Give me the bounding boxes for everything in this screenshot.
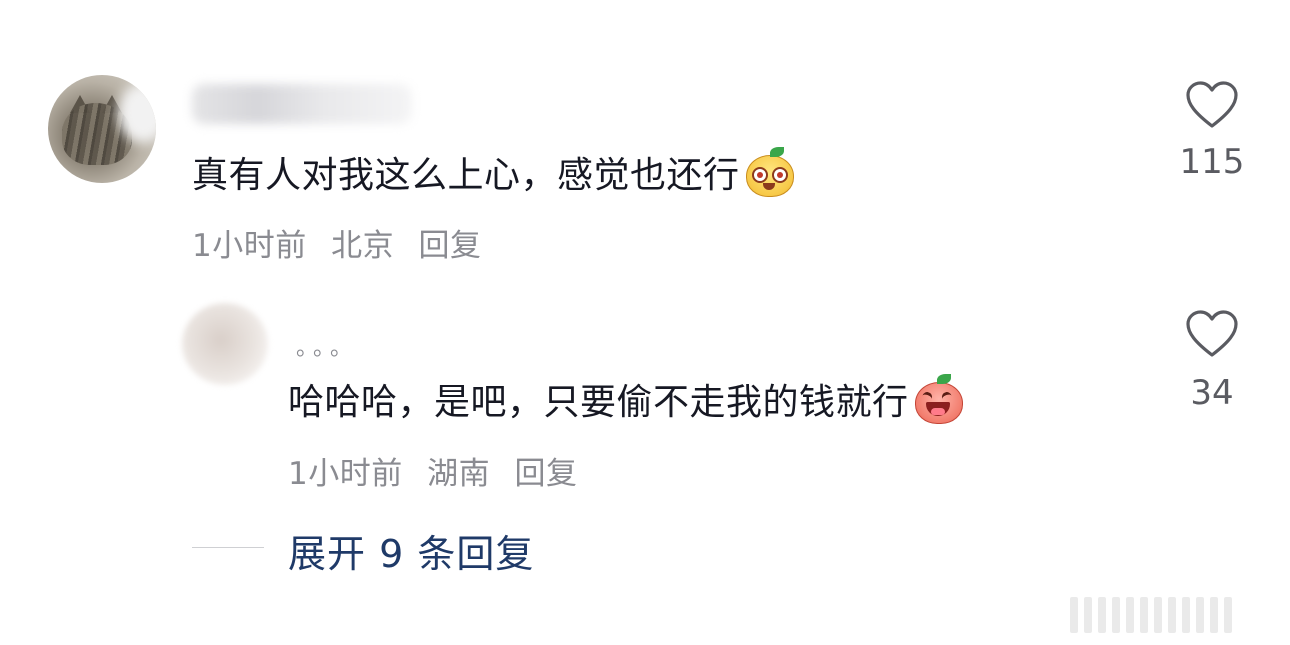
reply-avatar[interactable] (182, 303, 268, 385)
comment-time: 1小时前 (192, 228, 307, 264)
reply-like[interactable]: 34 (1162, 309, 1262, 413)
commenter-avatar[interactable] (48, 75, 156, 183)
laughing-face-emoji-icon (913, 374, 963, 424)
comment-text: 真有人对我这么上心，感觉也还行 (192, 155, 740, 196)
reply-time: 1小时前 (288, 456, 403, 492)
comment-body: 真有人对我这么上心，感觉也还行 (192, 146, 794, 198)
heart-icon[interactable] (1185, 309, 1239, 359)
expand-divider (192, 547, 264, 548)
watermark (1070, 597, 1280, 633)
expand-replies-link[interactable]: 展开 9 条回复 (288, 523, 534, 578)
reply-meta: 1小时前 湖南 回复 (288, 448, 591, 493)
reply-reply-button[interactable]: 回复 (514, 456, 577, 492)
comment-like-count: 115 (1179, 142, 1245, 182)
reply-like-count: 34 (1190, 373, 1234, 413)
yellow-face-emoji-icon (744, 147, 794, 197)
comment-like[interactable]: 115 (1162, 80, 1262, 182)
reply-text: 哈哈哈，是吧，只要偷不走我的钱就行 (288, 382, 909, 423)
comment-location: 北京 (331, 228, 395, 264)
comment-reply-button[interactable]: 回复 (418, 228, 481, 264)
commenter-username-blurred[interactable] (192, 84, 412, 124)
heart-icon[interactable] (1185, 80, 1239, 130)
reply-username[interactable]: 。。。 (296, 330, 358, 362)
reply-body: 哈哈哈，是吧，只要偷不走我的钱就行 (288, 373, 963, 425)
comment-meta: 1小时前 北京 回复 (192, 220, 495, 265)
reply-location: 湖南 (427, 456, 491, 492)
